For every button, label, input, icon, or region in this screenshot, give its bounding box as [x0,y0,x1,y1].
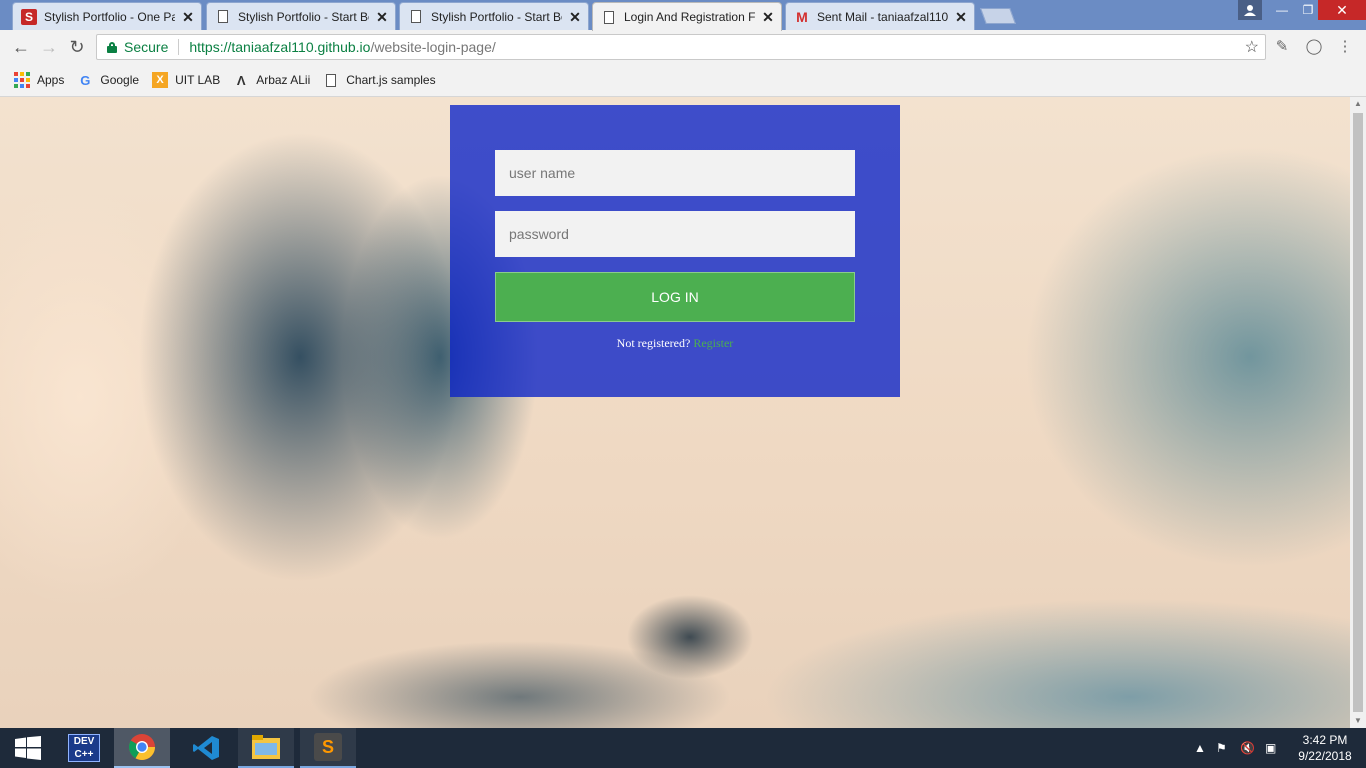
bookmark-google[interactable]: G Google [77,72,139,88]
new-tab-button[interactable] [980,8,1016,24]
register-link[interactable]: Register [693,336,733,350]
tab-stylish-portfolio-2[interactable]: Stylish Portfolio - Start Bo ✕ [206,2,396,30]
url-path: /website-login-page/ [370,39,496,55]
close-tab-icon[interactable]: ✕ [954,9,968,25]
vscode-icon[interactable] [178,728,234,768]
extension-icon[interactable]: ◯ [1305,38,1323,56]
close-tab-icon[interactable]: ✕ [181,9,195,25]
google-icon: G [80,72,91,88]
browser-toolbar: ← → ↻ Secure https://taniaafzal110.githu… [0,30,1366,64]
windows-taskbar: DEV C++ S ▲ ⚑ 🔇 ▣ 3:42 PM 9/22/2018 [0,728,1366,768]
bookmark-label: Google [100,73,140,87]
show-hidden-icons-icon[interactable]: ▲ [1194,728,1206,768]
page-icon [215,9,231,25]
network-icon[interactable]: ▣ [1265,728,1276,768]
bookmark-label: Apps [37,73,65,87]
close-tab-icon[interactable]: ✕ [375,9,389,25]
chrome-icon[interactable] [114,728,170,768]
page-scrollbar[interactable]: ▲ ▼ [1350,97,1366,728]
url-host: https://taniaafzal110.github.io [189,39,371,55]
action-center-flag-icon[interactable]: ⚑ [1216,728,1227,768]
divider [178,39,180,55]
tab-title: Stylish Portfolio - Start Bo [431,9,562,24]
windows-start-icon[interactable] [0,728,56,768]
bookmark-label: UIT LAB [175,73,221,87]
sublime-text-icon[interactable]: S [300,728,356,768]
browser-tab-strip: S Stylish Portfolio - One Pa ✕ Stylish P… [0,0,1366,31]
bookmark-uit-lab[interactable]: X UIT LAB [152,72,220,88]
minimize-button[interactable]: — [1268,0,1296,20]
bookmark-label: Arbaz ALii [256,73,311,87]
close-window-button[interactable]: ✕ [1318,0,1366,20]
close-tab-icon[interactable]: ✕ [761,9,775,25]
tab-stylish-portfolio-3[interactable]: Stylish Portfolio - Start Bo ✕ [399,2,589,30]
tab-title: Stylish Portfolio - Start Bo [238,9,369,24]
bookmark-arbaz-alii[interactable]: Λ Arbaz ALii [233,72,310,88]
arbaz-icon: Λ [236,72,246,88]
menu-kebab-icon[interactable]: ⋮ [1336,38,1354,56]
login-form: log in Not registered? Register [450,105,900,397]
bookmark-star-icon[interactable]: ☆ [1245,37,1259,57]
system-clock[interactable]: 3:42 PM 9/22/2018 [1290,732,1360,764]
not-registered-text: Not registered? [616,336,691,350]
scroll-up-arrow-icon[interactable]: ▲ [1350,97,1366,111]
close-tab-icon[interactable]: ✕ [568,9,582,25]
gmail-icon: M [796,8,808,25]
tab-title: Login And Registration Fo [624,10,755,24]
tab-login-registration[interactable]: Login And Registration Fo ✕ [592,2,782,31]
secure-label: Secure [124,39,169,55]
uit-lab-icon: X [152,72,169,88]
apps-grid-icon [14,72,30,88]
tab-title: Stylish Portfolio - One Pa [44,9,175,24]
login-button[interactable]: log in [495,272,855,322]
bookmark-label: Chart.js samples [346,73,436,87]
scrollbar-thumb[interactable] [1353,113,1363,712]
s-logo-icon: S [21,8,37,25]
maximize-button[interactable]: ❐ [1296,0,1320,20]
clock-date: 9/22/2018 [1298,749,1352,763]
file-explorer-icon[interactable] [238,728,294,768]
tab-title: Sent Mail - taniaafzal110@ [817,9,948,24]
address-bar[interactable]: Secure https://taniaafzal110.github.io/w… [96,34,1266,60]
reload-icon[interactable]: ↻ [66,36,88,58]
volume-muted-icon[interactable]: 🔇 [1240,728,1255,768]
clock-time: 3:42 PM [1302,733,1348,747]
forward-arrow-icon[interactable]: → [38,36,60,58]
page-icon [601,9,617,25]
back-arrow-icon[interactable]: ← [10,36,32,58]
eyedropper-extension-icon[interactable]: ✎ [1273,38,1291,56]
page-icon [408,9,424,25]
profile-icon[interactable] [1238,0,1262,20]
tab-sent-mail[interactable]: M Sent Mail - taniaafzal110@ ✕ [785,2,975,30]
username-input[interactable] [495,150,855,196]
page-background: log in Not registered? Register [0,97,1350,728]
page-icon [323,72,339,88]
password-input[interactable] [495,211,855,257]
bookmark-chartjs-samples[interactable]: Chart.js samples [323,72,436,88]
bookmarks-bar: Apps G Google X UIT LAB Λ Arbaz ALii Cha… [0,64,1366,97]
lock-icon [107,41,117,53]
bookmark-apps[interactable]: Apps [14,72,64,88]
dev-cpp-icon[interactable]: DEV C++ [56,728,112,768]
scroll-down-arrow-icon[interactable]: ▼ [1350,714,1366,728]
register-message: Not registered? Register [450,336,900,351]
tab-stylish-portfolio-1[interactable]: S Stylish Portfolio - One Pa ✕ [12,2,202,30]
